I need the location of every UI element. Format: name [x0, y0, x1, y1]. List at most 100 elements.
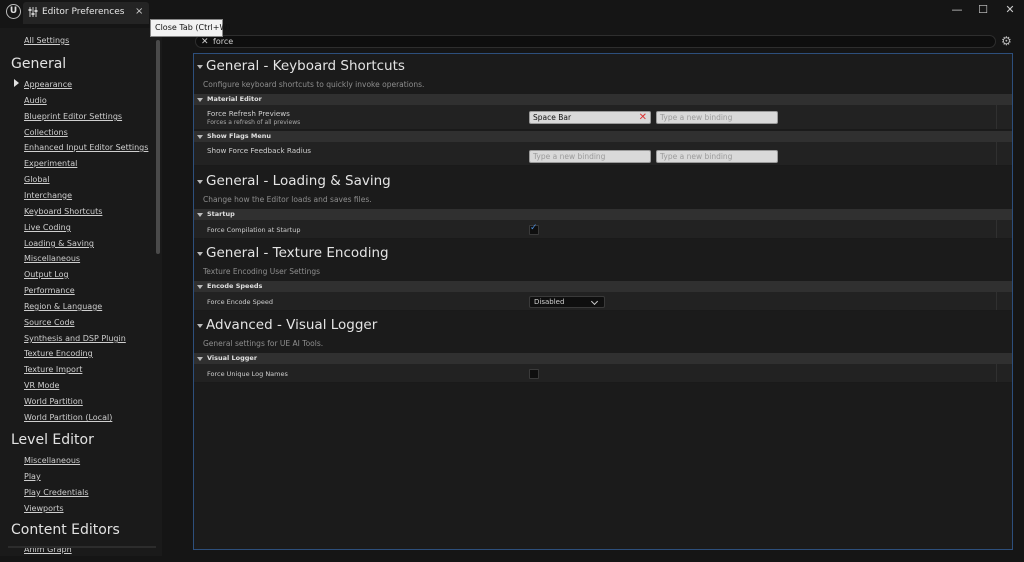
- row-divider: [996, 364, 997, 382]
- setting-name: Force Compilation at Startup: [207, 226, 301, 234]
- checkmark-icon: ✓: [530, 223, 538, 233]
- sidebar-scrollbar[interactable]: [156, 40, 160, 254]
- sidebar-item-level-miscellaneous[interactable]: Miscellaneous: [24, 455, 80, 466]
- category-header[interactable]: Encode Speeds: [194, 281, 1012, 292]
- section-collapse-icon[interactable]: [197, 252, 203, 256]
- category-collapse-icon[interactable]: [197, 213, 203, 217]
- section-description: Texture Encoding User Settings: [203, 267, 321, 276]
- sidebar-item-texture-encoding[interactable]: Texture Encoding: [24, 348, 93, 359]
- sliders-icon: [28, 7, 38, 17]
- force-unique-log-names-checkbox[interactable]: [529, 369, 539, 379]
- close-window-icon[interactable]: ✕: [1003, 4, 1017, 16]
- keybind-primary[interactable]: Type a new binding: [529, 150, 651, 163]
- setting-row: Show Force Feedback Radius Type a new bi…: [194, 142, 1012, 166]
- category-label: Visual Logger: [207, 354, 258, 362]
- setting-name: Force Encode Speed: [207, 298, 273, 306]
- category-collapse-icon[interactable]: [197, 285, 203, 289]
- category-header[interactable]: Startup: [194, 209, 1012, 220]
- category-collapse-icon[interactable]: [197, 98, 203, 102]
- search-box: ✕: [195, 35, 996, 48]
- sidebar-item-output-log[interactable]: Output Log: [24, 269, 69, 280]
- sidebar-item-texture-import[interactable]: Texture Import: [24, 364, 82, 375]
- clear-binding-icon[interactable]: ✕: [639, 111, 647, 124]
- search-input[interactable]: [213, 36, 713, 47]
- minimize-icon[interactable]: —: [950, 4, 964, 16]
- close-tab-tooltip: Close Tab (Ctrl+W): [150, 19, 231, 37]
- sidebar-horizontal-scrollbar[interactable]: [8, 546, 156, 548]
- clear-search-icon[interactable]: ✕: [201, 36, 209, 48]
- setting-name: Show Force Feedback Radius: [207, 146, 312, 155]
- title-bar: U Editor Preferences × Close Tab (Ctrl+W…: [0, 0, 1024, 37]
- sidebar-group-content-editors: Content Editors: [11, 522, 120, 538]
- sidebar-item-vr-mode[interactable]: VR Mode: [24, 380, 59, 391]
- category-header[interactable]: Show Flags Menu: [194, 131, 1012, 142]
- dropdown-value: Disabled: [534, 298, 565, 306]
- sidebar-item-play[interactable]: Play: [24, 471, 41, 482]
- section-description: Change how the Editor loads and saves fi…: [203, 195, 372, 204]
- sidebar-item-region-language[interactable]: Region & Language: [24, 301, 102, 312]
- unreal-logo-icon[interactable]: U: [6, 4, 21, 19]
- keybind-primary[interactable]: Space Bar ✕: [529, 111, 651, 124]
- section-description: General settings for UE AI Tools.: [203, 339, 324, 348]
- keybind-secondary[interactable]: Type a new binding: [656, 150, 778, 163]
- sidebar-item-interchange[interactable]: Interchange: [24, 190, 72, 201]
- selected-arrow-icon: [14, 79, 19, 87]
- setting-name: Force Refresh Previews: [207, 109, 290, 118]
- maximize-icon[interactable]: ☐: [976, 4, 990, 16]
- tab-label: Editor Preferences: [42, 7, 125, 17]
- section-collapse-icon[interactable]: [197, 180, 203, 184]
- sidebar-item-play-credentials[interactable]: Play Credentials: [24, 487, 89, 498]
- sidebar-all-settings[interactable]: All Settings: [24, 35, 69, 46]
- sidebar-item-global[interactable]: Global: [24, 174, 50, 185]
- keybind-secondary[interactable]: Type a new binding: [656, 111, 778, 124]
- sidebar-item-loading-saving[interactable]: Loading & Saving: [24, 238, 94, 249]
- category-label: Startup: [207, 210, 235, 218]
- sidebar-item-world-partition[interactable]: World Partition: [24, 396, 83, 407]
- setting-row: Force Compilation at Startup ✓: [194, 220, 1012, 239]
- sidebar-item-viewports[interactable]: Viewports: [24, 503, 64, 514]
- gear-icon[interactable]: ⚙: [1001, 35, 1012, 48]
- category-label: Encode Speeds: [207, 282, 263, 290]
- setting-row: Force Encode Speed Disabled: [194, 292, 1012, 311]
- sidebar-item-live-coding[interactable]: Live Coding: [24, 222, 71, 233]
- sidebar-group-level-editor: Level Editor: [11, 432, 94, 448]
- sidebar-item-source-code[interactable]: Source Code: [24, 317, 75, 328]
- sidebar-item-miscellaneous[interactable]: Miscellaneous: [24, 253, 80, 264]
- keybind-placeholder: Type a new binding: [660, 152, 733, 161]
- sidebar-item-enhanced-input[interactable]: Enhanced Input Editor Settings: [24, 142, 148, 153]
- category-header[interactable]: Visual Logger: [194, 353, 1012, 364]
- section-collapse-icon[interactable]: [197, 324, 203, 328]
- sidebar-item-performance[interactable]: Performance: [24, 285, 75, 296]
- force-compilation-checkbox[interactable]: ✓: [529, 223, 539, 235]
- chevron-down-icon: [590, 297, 599, 306]
- category-collapse-icon[interactable]: [197, 135, 203, 139]
- sidebar-item-collections[interactable]: Collections: [24, 127, 68, 138]
- section-title: General - Keyboard Shortcuts: [206, 58, 405, 74]
- category-header[interactable]: Material Editor: [194, 94, 1012, 105]
- settings-sidebar: All Settings General Appearance Audio Bl…: [0, 28, 162, 556]
- keybind-value: Space Bar: [533, 113, 572, 122]
- sidebar-item-world-partition-local[interactable]: World Partition (Local): [24, 412, 112, 423]
- setting-row: Force Refresh Previews Forces a refresh …: [194, 105, 1012, 130]
- section-title: Advanced - Visual Logger: [206, 317, 378, 333]
- setting-subtext: Forces a refresh of all previews: [207, 119, 301, 126]
- sidebar-item-synthesis-dsp[interactable]: Synthesis and DSP Plugin: [24, 333, 126, 344]
- row-divider: [996, 142, 997, 165]
- section-title: General - Loading & Saving: [206, 173, 391, 189]
- row-divider: [996, 220, 997, 238]
- tab-editor-preferences[interactable]: Editor Preferences ×: [23, 2, 149, 24]
- tab-close-icon[interactable]: ×: [135, 6, 143, 18]
- sidebar-item-audio[interactable]: Audio: [24, 95, 47, 106]
- sidebar-item-keyboard-shortcuts[interactable]: Keyboard Shortcuts: [24, 206, 102, 217]
- sidebar-item-blueprint-editor-settings[interactable]: Blueprint Editor Settings: [24, 111, 122, 122]
- section-collapse-icon[interactable]: [197, 65, 203, 69]
- settings-panel: General - Keyboard Shortcuts Configure k…: [193, 53, 1013, 550]
- encode-speed-dropdown[interactable]: Disabled: [529, 296, 605, 308]
- sidebar-item-experimental[interactable]: Experimental: [24, 158, 77, 169]
- row-divider: [996, 105, 997, 129]
- setting-row: Force Unique Log Names: [194, 364, 1012, 383]
- sidebar-item-appearance[interactable]: Appearance: [24, 79, 72, 90]
- setting-name: Force Unique Log Names: [207, 370, 288, 378]
- category-collapse-icon[interactable]: [197, 357, 203, 361]
- category-label: Show Flags Menu: [207, 132, 272, 140]
